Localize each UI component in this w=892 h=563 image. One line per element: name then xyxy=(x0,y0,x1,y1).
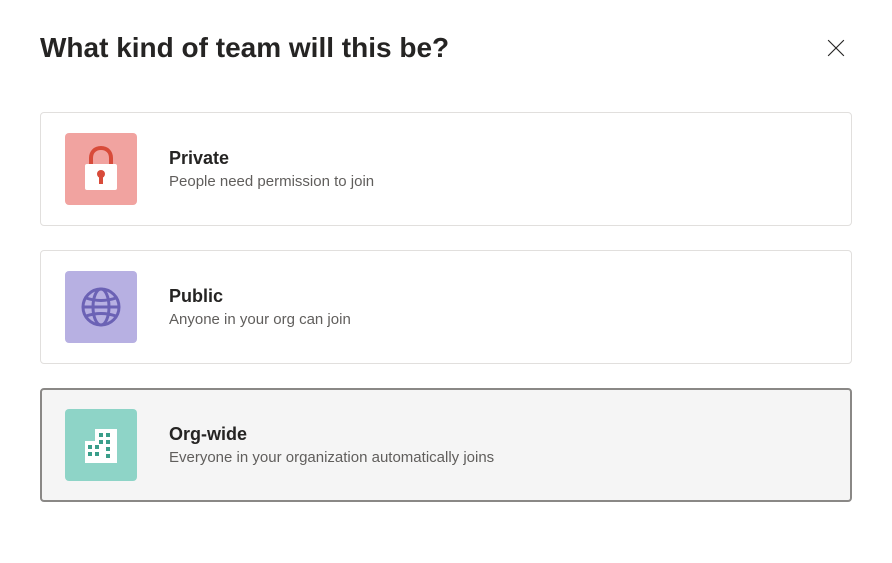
option-public[interactable]: Public Anyone in your org can join xyxy=(40,250,852,364)
option-orgwide-description: Everyone in your organization automatica… xyxy=(169,449,494,466)
option-public-title: Public xyxy=(169,286,351,307)
option-public-text: Public Anyone in your org can join xyxy=(169,286,351,328)
private-icon-box xyxy=(65,133,137,205)
option-public-description: Anyone in your org can join xyxy=(169,311,351,328)
dialog-header: What kind of team will this be? xyxy=(40,32,852,64)
option-private[interactable]: Private People need permission to join xyxy=(40,112,852,226)
option-orgwide-title: Org-wide xyxy=(169,424,494,445)
orgwide-icon-box xyxy=(65,409,137,481)
option-private-description: People need permission to join xyxy=(169,173,374,190)
option-private-title: Private xyxy=(169,148,374,169)
close-button[interactable] xyxy=(820,32,852,64)
team-type-options: Private People need permission to join P… xyxy=(40,112,852,502)
building-icon xyxy=(79,423,123,467)
lock-icon xyxy=(81,146,121,192)
option-private-text: Private People need permission to join xyxy=(169,148,374,190)
close-icon xyxy=(827,39,845,57)
public-icon-box xyxy=(65,271,137,343)
option-orgwide-text: Org-wide Everyone in your organization a… xyxy=(169,424,494,466)
option-orgwide[interactable]: Org-wide Everyone in your organization a… xyxy=(40,388,852,502)
dialog-title: What kind of team will this be? xyxy=(40,32,449,64)
globe-icon xyxy=(79,285,123,329)
